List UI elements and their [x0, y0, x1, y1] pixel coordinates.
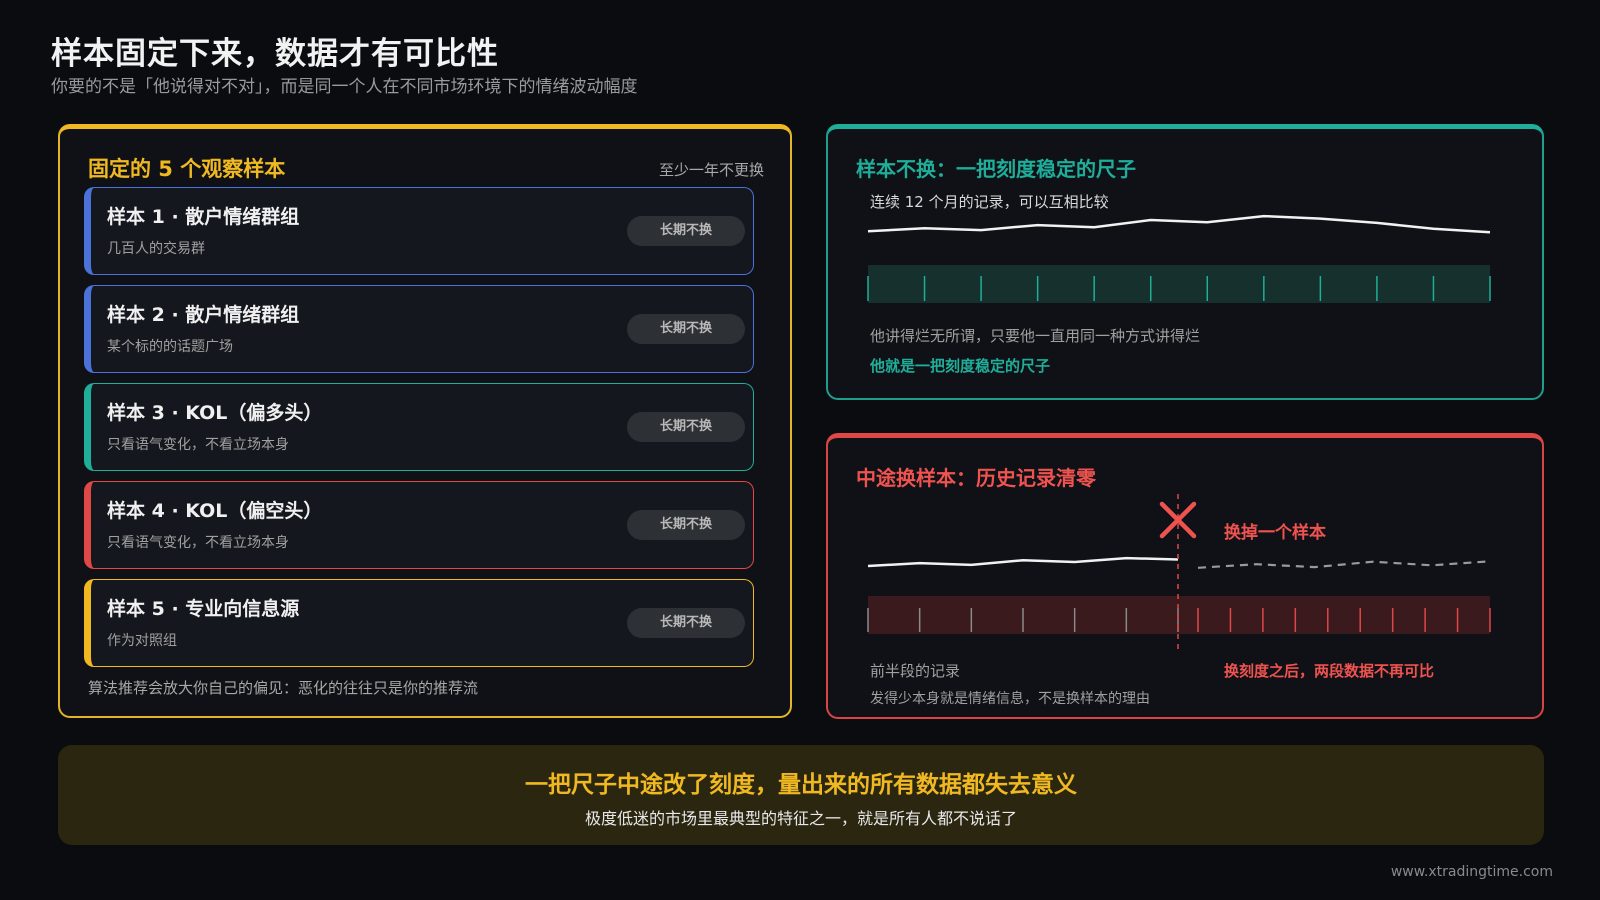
sample-card-1: 样本 1 · 散户情绪群组 几百人的交易群 长期不换 [84, 187, 754, 275]
before-series-line [867, 556, 1179, 568]
page-subtitle: 你要的不是「他说得对不对」，而是同一个人在不同市场环境下的情绪波动幅度 [51, 77, 638, 97]
sample-title: 样本 3 · KOL（偏多头） [107, 402, 323, 424]
sample-title: 样本 4 · KOL（偏空头） [107, 500, 323, 522]
sample-badge: 长期不换 [627, 510, 745, 540]
page-title: 样本固定下来，数据才有可比性 [51, 36, 499, 72]
switch-left-caption: 前半段的记录 [870, 662, 961, 680]
sample-badge: 长期不换 [627, 216, 745, 246]
sample-badge: 长期不换 [627, 608, 745, 638]
sample-badge: 长期不换 [627, 412, 745, 442]
fixed-samples-title: 固定的 5 个观察样本 [88, 157, 286, 181]
ruler-bar [868, 596, 1490, 634]
switch-marker-label: 换掉一个样本 [1224, 523, 1326, 543]
fixed-samples-footer: 算法推荐会放大你自己的偏见：恶化的往往只是你的推荐流 [88, 679, 479, 697]
after-series-line [1197, 560, 1491, 569]
switch-sample-panel: 中途换样本：历史记录清零 换掉一个样本 前半段的记录 换刻度之后，两段数据不再可… [826, 433, 1544, 719]
switch-right-caption: 换刻度之后，两段数据不再可比 [1224, 662, 1435, 680]
sample-card-4: 样本 4 · KOL（偏空头） 只看语气变化，不看立场本身 长期不换 [84, 481, 754, 569]
banner-main-text: 一把尺子中途改了刻度，量出来的所有数据都失去意义 [525, 772, 1077, 798]
sample-title: 样本 1 · 散户情绪群组 [107, 206, 300, 228]
stable-ruler-line1: 他讲得烂无所谓，只要他一直用同一种方式讲得烂 [870, 327, 1201, 345]
switch-note: 发得少本身就是情绪信息，不是换样本的理由 [870, 691, 1150, 707]
sample-title: 样本 5 · 专业向信息源 [107, 598, 300, 620]
banner-sub-text: 极度低迷的市场里最典型的特征之一，就是所有人都不说话了 [584, 809, 1017, 828]
sample-desc: 某个标的的话题广场 [107, 339, 233, 355]
sample-card-2: 样本 2 · 散户情绪群组 某个标的的话题广场 长期不换 [84, 285, 754, 373]
fixed-samples-panel: 固定的 5 个观察样本 至少一年不更换 样本 1 · 散户情绪群组 几百人的交易… [58, 124, 792, 718]
sample-desc: 作为对照组 [107, 633, 177, 649]
sample-card-3: 样本 3 · KOL（偏多头） 只看语气变化，不看立场本身 长期不换 [84, 383, 754, 471]
sample-desc: 只看语气变化，不看立场本身 [107, 437, 289, 453]
stable-ruler-panel: 样本不换：一把刻度稳定的尺子 连续 12 个月的记录，可以互相比较 他讲得烂无所… [826, 124, 1544, 400]
ruler-bar [868, 265, 1490, 303]
sample-title: 样本 2 · 散户情绪群组 [107, 304, 300, 326]
sample-desc: 几百人的交易群 [107, 241, 205, 257]
fixed-samples-note: 至少一年不更换 [658, 161, 764, 179]
sample-desc: 只看语气变化，不看立场本身 [107, 535, 289, 551]
stable-ruler-line2: 他就是一把刻度稳定的尺子 [870, 357, 1051, 375]
stable-series-line [867, 214, 1491, 234]
summary-banner: 一把尺子中途改了刻度，量出来的所有数据都失去意义 极度低迷的市场里最典型的特征之… [58, 745, 1544, 845]
sample-card-5: 样本 5 · 专业向信息源 作为对照组 长期不换 [84, 579, 754, 667]
sample-badge: 长期不换 [627, 314, 745, 344]
footer-url: www.xtradingtime.com [1390, 864, 1553, 880]
